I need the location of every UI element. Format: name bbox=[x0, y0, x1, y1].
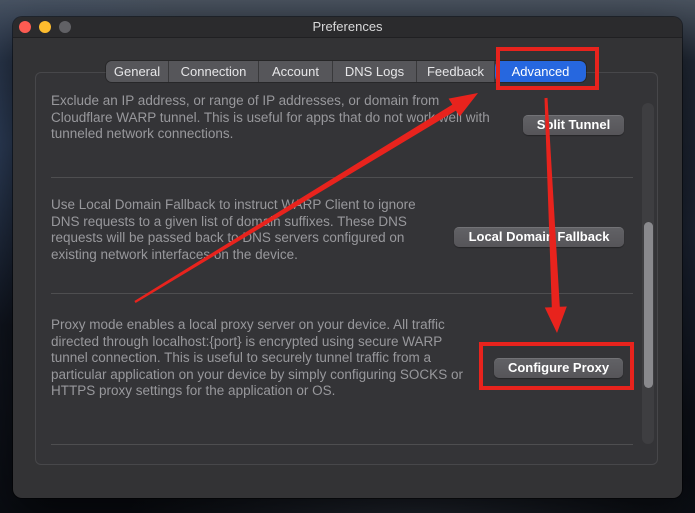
tab-dns-logs[interactable]: DNS Logs bbox=[332, 61, 416, 82]
local-domain-fallback-button[interactable]: Local Domain Fallback bbox=[454, 227, 624, 247]
tab-account[interactable]: Account bbox=[258, 61, 332, 82]
proxy-mode-description: Proxy mode enables a local proxy server … bbox=[51, 317, 475, 400]
tab-advanced[interactable]: Advanced bbox=[494, 61, 586, 82]
settings-group: Exclude an IP address, or range of IP ad… bbox=[35, 72, 658, 465]
local-domain-fallback-description: Use Local Domain Fallback to instruct WA… bbox=[51, 197, 433, 263]
tab-connection[interactable]: Connection bbox=[168, 61, 258, 82]
tab-bar: General Connection Account DNS Logs Feed… bbox=[106, 61, 586, 82]
preferences-window: Preferences General Connection Account D… bbox=[13, 17, 682, 498]
tab-feedback[interactable]: Feedback bbox=[416, 61, 494, 82]
scrollbar-thumb[interactable] bbox=[644, 222, 653, 388]
section-divider bbox=[51, 444, 633, 445]
titlebar: Preferences bbox=[13, 17, 682, 38]
split-tunnel-button[interactable]: Split Tunnel bbox=[523, 115, 624, 135]
window-title: Preferences bbox=[13, 17, 682, 37]
tab-general[interactable]: General bbox=[106, 61, 168, 82]
split-tunnel-description: Exclude an IP address, or range of IP ad… bbox=[51, 93, 503, 143]
section-divider bbox=[51, 177, 633, 178]
section-divider bbox=[51, 293, 633, 294]
desktop-wallpaper: Preferences General Connection Account D… bbox=[0, 0, 695, 513]
configure-proxy-button[interactable]: Configure Proxy bbox=[494, 358, 623, 378]
scrollbar-track[interactable] bbox=[642, 103, 654, 444]
